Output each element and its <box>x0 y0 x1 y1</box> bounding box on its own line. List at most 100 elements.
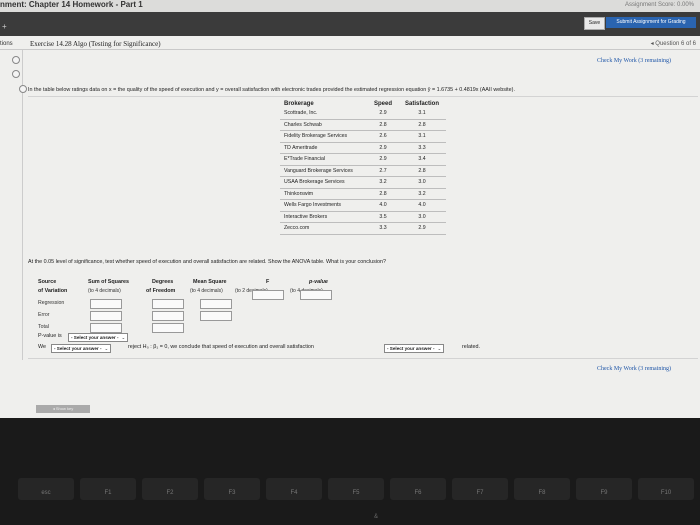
table-cell: 2.8 <box>398 165 446 177</box>
save-button[interactable]: Save <box>584 17 605 30</box>
questions-tab[interactable]: tions <box>0 41 13 47</box>
table-cell: 3.2 <box>398 188 446 200</box>
anova-row-label: Regression <box>38 300 65 306</box>
anova-col-df-sub: of Freedom <box>146 288 176 294</box>
anova-col-source-sub: of Variation <box>38 288 68 294</box>
laptop-keyboard: esc F1 F2 F3 F4 F5 F6 F7 F8 F9 F10 & <box>0 418 700 525</box>
table-row: USAA Brokerage Services 3.2 3.0 <box>280 176 446 189</box>
table-cell: 2.8 <box>368 188 398 200</box>
table-cell: 2.8 <box>398 119 446 131</box>
table-header: Brokerage <box>284 100 314 107</box>
related-select[interactable]: - Select your answer - ⌄ <box>384 344 445 353</box>
anova-row-label: Error <box>38 312 50 318</box>
function-key: F2 <box>142 478 198 500</box>
assignment-header: nment: Chapter 14 Homework - Part 1 Assi… <box>0 0 700 12</box>
ms-error-input[interactable] <box>200 311 232 321</box>
divider <box>28 358 698 359</box>
table-header: Satisfaction <box>404 100 439 107</box>
function-key: F9 <box>576 478 632 500</box>
table-cell: 2.7 <box>368 165 398 177</box>
question-intro: In the table below ratings data on x = t… <box>28 87 515 93</box>
key-label: & <box>374 514 379 520</box>
assignment-title: nment: Chapter 14 Homework - Part 1 <box>0 0 143 9</box>
table-cell: 4.0 <box>368 199 398 212</box>
table-cell: 3.4 <box>398 153 446 166</box>
check-my-work-link[interactable]: Check My Work (3 remaining) <box>597 58 671 64</box>
table-row: Charles Schwab 2.8 2.8 <box>280 119 446 131</box>
table-row: TD Ameritrade 2.9 3.3 <box>280 142 446 154</box>
anova-col-f: F <box>266 279 270 285</box>
function-key: F10 <box>638 478 694 500</box>
p-value-select[interactable]: - Select your answer - ⌄ <box>68 333 129 342</box>
browser-screen: nment: Chapter 14 Homework - Part 1 Assi… <box>0 0 700 418</box>
submit-assignment-button[interactable]: Submit Assignment for Grading <box>606 17 696 28</box>
plus-icon[interactable]: + <box>2 22 7 31</box>
ss-regression-input[interactable] <box>90 299 122 309</box>
ms-regression-input[interactable] <box>200 299 232 309</box>
table-cell: 2.8 <box>368 119 398 131</box>
df-regression-input[interactable] <box>152 299 184 309</box>
conclusion-we: We <box>38 344 46 350</box>
table-cell: Fidelity Brokerage Services <box>280 130 368 143</box>
f-input[interactable] <box>252 290 284 300</box>
question-nav[interactable]: ◂ Question 6 of 6 <box>651 40 696 47</box>
table-row: Vanguard Brokerage Services 2.7 2.8 <box>280 165 446 177</box>
table-cell: Thinkorswim <box>280 188 368 200</box>
table-cell: 2.6 <box>368 130 398 143</box>
table-cell: Wells Fargo Investments <box>280 199 368 212</box>
exercise-title: Exercise 14.28 Algo (Testing for Signifi… <box>30 40 161 48</box>
table-cell: 3.2 <box>368 176 398 189</box>
brokerage-table: Brokerage Speed Satisfaction Scottrade, … <box>280 99 446 235</box>
p-value-row: P-value is <box>38 333 62 339</box>
conclusion-text: reject H₀ : β₁ = 0, we conclude that spe… <box>128 344 314 350</box>
table-cell: Scottrade, Inc. <box>280 108 368 120</box>
anova-col-ss: Sum of Squares <box>88 279 130 285</box>
show-key-tab[interactable]: ◂ Show key <box>36 405 90 413</box>
question-status-icon[interactable] <box>12 56 20 64</box>
table-cell: TD Ameritrade <box>280 142 368 154</box>
function-key: F8 <box>514 478 570 500</box>
question-status-icon[interactable] <box>19 85 27 93</box>
table-cell: Charles Schwab <box>280 119 368 131</box>
table-row: Zecco.com 3.3 2.9 <box>280 222 446 235</box>
table-row: Scottrade, Inc. 2.9 3.1 <box>280 108 446 120</box>
df-total-input[interactable] <box>152 323 184 333</box>
conclusion-end: related. <box>462 344 480 350</box>
ss-error-input[interactable] <box>90 311 122 321</box>
table-cell: 3.0 <box>398 211 446 223</box>
df-error-input[interactable] <box>152 311 184 321</box>
ss-total-input[interactable] <box>90 323 122 333</box>
table-cell: 3.1 <box>398 130 446 143</box>
table-cell: Interactive Brokers <box>280 211 368 223</box>
table-cell: Vanguard Brokerage Services <box>280 165 368 177</box>
table-cell: 3.1 <box>398 108 446 120</box>
table-cell: 3.3 <box>398 142 446 154</box>
table-cell: 3.5 <box>368 211 398 223</box>
question-prompt: At the 0.05 level of significance, test … <box>28 259 386 265</box>
table-row: Thinkorswim 2.8 3.2 <box>280 188 446 200</box>
conclusion-row: We <box>38 344 46 350</box>
table-row: Interactive Brokers 3.5 3.0 <box>280 211 446 223</box>
table-cell: 2.9 <box>368 108 398 120</box>
function-key: F1 <box>80 478 136 500</box>
function-key: F4 <box>266 478 322 500</box>
question-sidebar <box>0 50 23 360</box>
reject-select[interactable]: - Select your answer - ⌄ <box>51 344 112 353</box>
p-value-input[interactable] <box>300 290 332 300</box>
table-row: Fidelity Brokerage Services 2.6 3.1 <box>280 130 446 143</box>
related-select-text: - Select your answer - <box>387 346 435 351</box>
question-status-icon[interactable] <box>12 70 20 78</box>
anova-row-label: Total <box>38 324 49 330</box>
check-my-work-link[interactable]: Check My Work (3 remaining) <box>597 366 671 372</box>
function-key: F7 <box>452 478 508 500</box>
anova-col-ms-sub: (to 4 decimals) <box>190 288 223 294</box>
chevron-down-icon: ⌄ <box>437 346 442 351</box>
p-value-select-text: - Select your answer - <box>71 335 119 340</box>
divider <box>28 96 698 97</box>
anova-col-ss-sub: (to 4 decimals) <box>88 288 121 294</box>
table-cell: 4.0 <box>398 199 446 212</box>
table-cell: USAA Brokerage Services <box>280 176 368 189</box>
function-key: F5 <box>328 478 384 500</box>
table-cell: E*Trade Financial <box>280 153 368 166</box>
table-cell: 2.9 <box>398 222 446 235</box>
